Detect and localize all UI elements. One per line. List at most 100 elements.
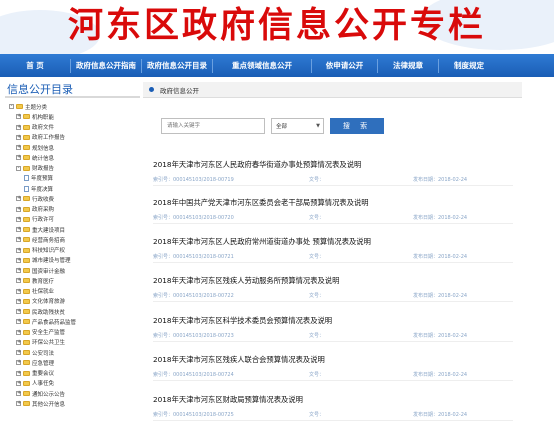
tree-item[interactable]: + 重大建设项目 [16,225,65,234]
expand-icon[interactable]: + [16,114,21,120]
tree-item-label: 主题分类 [25,104,48,111]
tree-item[interactable]: + 政府工作报告 [16,133,65,142]
expand-icon[interactable]: + [16,124,21,130]
expand-icon[interactable]: + [16,288,21,294]
article-title-link[interactable]: 2018年天津市河东区财政局预算情况表及说明 [153,395,303,405]
folder-icon [23,257,30,263]
expand-icon[interactable]: + [16,257,21,263]
article-title-link[interactable]: 2018年天津市河东区科学技术委员会预算情况表及说明 [153,316,332,326]
nav-item-rules[interactable]: 制度规定 [439,60,499,71]
tree-item[interactable]: + 教育医疗 [16,276,54,285]
expand-icon[interactable]: + [16,227,21,232]
folder-icon [23,350,30,355]
expand-icon[interactable]: + [16,350,21,355]
expand-icon[interactable]: + [16,206,21,212]
tree-item[interactable]: + 经营商务招商 [16,235,65,244]
tree-item-label: 重要会议 [32,371,55,377]
article-title-link[interactable]: 2018年天津市河东区残疾人联合会预算情况表及说明 [153,355,325,365]
expand-icon[interactable]: + [16,216,21,222]
tree-item[interactable]: 年度预算 [24,174,53,183]
article-title-link[interactable]: 2018年天津市河东区人民政府常州道街道办事处 预算情况表及说明 [153,237,371,247]
expand-icon[interactable]: + [16,145,21,150]
tree-item[interactable]: + 规划信息 [16,143,54,152]
main-nav: 首 页 政府信息公开指南 政府信息公开目录 重点领域信息公开 依申请公开 法律规… [0,54,554,77]
expand-icon[interactable]: + [16,319,21,325]
expand-icon[interactable]: + [16,339,21,345]
tree-item[interactable]: + 环保公共卫生 [16,338,65,347]
folder-icon [23,380,30,386]
tree-item[interactable]: + 城市建设与管理 [16,256,71,265]
tree-item[interactable]: + 社保就业 [16,287,54,296]
expand-icon[interactable]: + [16,155,21,161]
expand-icon[interactable]: + [16,391,21,396]
article-date: 发布日期：2018-02-24 [413,412,468,418]
tree-item[interactable]: + 民政助残扶贫 [16,307,65,316]
article-date: 发布日期：2018-02-24 [413,254,468,260]
search-button[interactable]: 搜 索 [330,118,384,134]
tree-item[interactable]: + 文化体育旅游 [16,297,65,306]
folder-icon [23,206,30,212]
tree-item[interactable]: + 重要会议 [16,369,54,378]
folder-icon [23,216,30,222]
article-doc-number: 文号： [309,333,325,339]
category-select[interactable]: 全部 ▼ [271,118,324,134]
expand-icon[interactable]: + [16,298,21,304]
tree-item[interactable]: + 政府采购 [16,205,54,214]
tree-item[interactable]: + 机构职能 [16,112,54,121]
nav-item-regulations[interactable]: 法律规章 [378,60,438,71]
expand-icon[interactable]: + [16,329,21,335]
tree-item[interactable]: + 通知公示公告 [16,389,65,398]
tree-item[interactable]: + 科技知识产权 [16,246,65,255]
nav-item-catalog[interactable]: 政府信息公开目录 [142,60,212,71]
expand-icon[interactable]: + [16,380,21,386]
tree-item[interactable]: + 政府文件 [16,123,54,132]
tree-item[interactable]: + 人事任免 [16,379,54,388]
tree-item[interactable]: + 其他公开信息 [16,399,65,408]
article-item: 2018年中国共产党天津市河东区委员会老干部局预算情况表及说明索引号：00014… [153,198,513,230]
tree-item[interactable]: + 应急管理 [16,358,54,367]
article-index: 索引号：000145103/2018-00719 [153,177,234,183]
tree-item[interactable]: + 国资审计金融 [16,266,65,275]
expand-icon[interactable]: + [16,401,21,407]
folder-icon [23,155,30,161]
expand-icon[interactable]: + [16,278,21,284]
tree-item-label: 国资审计金融 [32,268,66,275]
expand-icon[interactable]: + [16,196,21,202]
tree-item-label: 科技知识产权 [32,248,66,254]
tree-item[interactable]: 年度决算 [24,184,53,193]
folder-icon [23,370,30,376]
nav-item-home[interactable]: 首 页 [0,60,70,71]
expand-icon[interactable]: + [16,237,21,243]
nav-item-guide[interactable]: 政府信息公开指南 [71,60,141,71]
article-title-link[interactable]: 2018年中国共产党天津市河东区委员会老干部局预算情况表及说明 [153,198,369,208]
article-title-link[interactable]: 2018年天津市河东区人民政府春华街道办事处预算情况表及说明 [153,160,361,170]
collapse-icon[interactable]: - [9,104,14,109]
tree-item-label: 产品食品药品监管 [32,319,77,326]
expand-icon[interactable]: + [16,360,21,366]
expand-icon[interactable]: + [16,247,21,253]
expand-icon[interactable]: + [16,134,21,140]
tree-item[interactable]: + 公安司法 [16,348,54,357]
tree-item[interactable]: + 产品食品药品监管 [16,317,76,326]
tree-item[interactable]: + 行政许可 [16,215,54,224]
tree-item-label: 财政报告 [32,166,55,172]
tree-item[interactable]: + 统计信息 [16,153,54,162]
tree-item[interactable]: + 行政收费 [16,194,54,203]
article-doc-number: 文号： [309,412,325,418]
expand-icon[interactable]: + [16,268,21,273]
nav-item-key-areas[interactable]: 重点领域信息公开 [213,60,311,71]
collapse-icon[interactable]: - [16,165,21,171]
nav-item-application[interactable]: 依申请公开 [312,60,377,71]
article-title-link[interactable]: 2018年天津市河东区残疾人劳动服务所预算情况表及说明 [153,276,339,286]
tree-item[interactable]: - 财政报告 [16,164,54,173]
tree-item[interactable]: - 主题分类 [9,102,47,111]
expand-icon[interactable]: + [16,370,21,376]
divider [153,420,513,421]
expand-icon[interactable]: + [16,309,21,314]
article-index: 索引号：000145103/2018-00720 [153,215,234,221]
search-input[interactable] [161,118,265,134]
tree-item[interactable]: + 安全生产监管 [16,328,65,337]
article-doc-number: 文号： [309,254,325,260]
folder-icon [23,196,30,202]
folder-icon [23,124,30,130]
